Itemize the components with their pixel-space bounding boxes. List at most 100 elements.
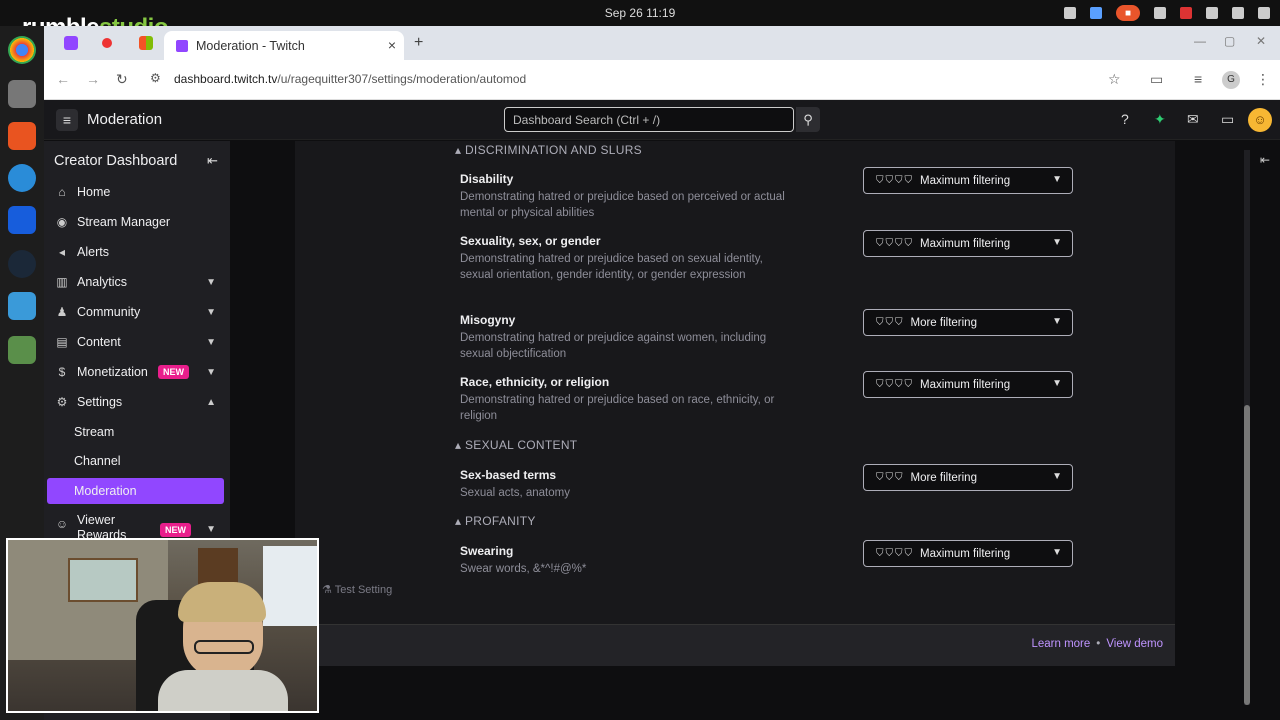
sidebar-item-analytics[interactable]: ▥ Analytics ▼: [44, 268, 230, 296]
content-icon: ▤: [56, 335, 68, 349]
chevron-down-icon: ▼: [206, 336, 216, 348]
close-tab-icon[interactable]: ×: [388, 37, 396, 53]
menu-kebab-icon[interactable]: ⋮: [1256, 71, 1270, 88]
pinned-tab-windows[interactable]: [139, 36, 153, 50]
rule-title: Race, ethnicity, or religion: [460, 375, 610, 389]
filter-level-select[interactable]: ⛉⛉⛉ More filtering ▼: [863, 464, 1073, 491]
chevron-down-icon: ▼: [206, 524, 216, 535]
wifi-icon[interactable]: [1206, 7, 1218, 19]
shield-icon: ⛉⛉⛉⛉: [876, 238, 914, 249]
battery-icon[interactable]: [1258, 7, 1270, 19]
rule-title: Disability: [460, 172, 514, 186]
shield-icon: ⛉⛉⛉⛉: [876, 379, 914, 390]
filter-level-select[interactable]: ⛉⛉⛉⛉ Maximum filtering ▼: [863, 371, 1073, 398]
rule-description: Demonstrating hatred or prejudice based …: [460, 394, 775, 422]
trash-icon[interactable]: [8, 336, 36, 364]
megaphone-icon: ◂: [58, 245, 66, 259]
bitwarden-icon[interactable]: [8, 206, 36, 234]
pinned-tab-twitch[interactable]: [64, 36, 78, 50]
learn-more-link[interactable]: Learn more: [1031, 638, 1090, 650]
rule-description: Swear words, &*^!#@%*: [460, 563, 587, 575]
help-circle-icon[interactable]: ?: [1121, 111, 1129, 127]
dashboard-search-input[interactable]: Dashboard Search (Ctrl + /): [504, 107, 794, 132]
app-store-icon[interactable]: [8, 122, 36, 150]
rule-description: Demonstrating hatred or prejudice agains…: [460, 332, 767, 360]
hamburger-menu-icon[interactable]: ≡: [56, 109, 78, 131]
sidebar-item-stream-manager[interactable]: ◉ Stream Manager: [44, 208, 230, 236]
filter-level-select[interactable]: ⛉⛉⛉ More filtering ▼: [863, 309, 1073, 336]
shield-icon: ⛉⛉⛉⛉: [876, 548, 914, 559]
automod-main: ▴ DISCRIMINATION AND SLURS Disability De…: [230, 141, 1246, 720]
filter-level-select[interactable]: ⛉⛉⛉⛉ Maximum filtering ▼: [863, 167, 1073, 194]
sidebar-item-viewer-rewards[interactable]: ☺ Viewer Rewards NEW ▼: [44, 513, 230, 539]
page-scrollbar-thumb[interactable]: [1244, 405, 1250, 705]
inbox-icon[interactable]: ✉: [1187, 111, 1199, 128]
close-window-icon[interactable]: ✕: [1256, 34, 1266, 48]
test-setting-link[interactable]: ⚗ Test Setting: [322, 583, 392, 596]
chrome-icon[interactable]: [8, 36, 36, 64]
accessibility-icon[interactable]: [1154, 7, 1166, 19]
back-icon[interactable]: ←: [56, 71, 70, 87]
community-icon: ♟: [56, 305, 68, 319]
minimize-icon[interactable]: —: [1194, 34, 1206, 48]
microphone-icon[interactable]: [1180, 7, 1192, 19]
chevron-down-icon: ▼: [206, 276, 216, 288]
collapse-sidebar-icon[interactable]: ⇤: [207, 153, 218, 169]
sidebar-item-monetization[interactable]: $ Monetization NEW ▼: [44, 358, 230, 386]
new-badge: NEW: [160, 523, 191, 537]
sidebar-item-home[interactable]: ⌂ Home: [44, 178, 230, 206]
section-header-sexual-content[interactable]: ▴ SEXUAL CONTENT: [455, 438, 577, 452]
rule-sex-based-terms: Sex-based terms Sexual acts, anatomy: [460, 468, 790, 501]
sidebar-subitem-moderation[interactable]: Moderation: [47, 478, 224, 504]
rule-title: Swearing: [460, 544, 514, 558]
stream-manager-icon: ◉: [56, 215, 68, 229]
section-header-profanity[interactable]: ▴ PROFANITY: [455, 514, 536, 528]
gear-icon: ⚙: [56, 395, 68, 409]
extensions-icon[interactable]: ≡: [1194, 71, 1202, 87]
reload-icon[interactable]: ↻: [116, 71, 128, 88]
twitch-favicon-icon: [176, 39, 188, 52]
new-tab-button[interactable]: +: [414, 34, 423, 52]
profile-avatar[interactable]: G: [1222, 71, 1240, 89]
cast-icon[interactable]: ▭: [1150, 71, 1163, 88]
rule-misogyny: Misogyny Demonstrating hatred or prejudi…: [460, 313, 790, 362]
remote-desktop-icon[interactable]: [8, 292, 36, 320]
footer-links: Learn more • View demo: [1031, 638, 1163, 650]
forward-icon[interactable]: →: [86, 71, 100, 87]
tab-moderation-twitch[interactable]: Moderation - Twitch ×: [164, 31, 404, 60]
maximize-icon[interactable]: ▢: [1224, 34, 1235, 48]
collapse-panel-icon[interactable]: ⇤: [1260, 153, 1270, 167]
sidebar-subitem-stream[interactable]: Stream: [44, 419, 230, 445]
filter-level-select[interactable]: ⛉⛉⛉⛉ Maximum filtering ▼: [863, 540, 1073, 567]
chevron-up-icon: ▲: [206, 396, 216, 408]
automod-settings-panel: ▴ DISCRIMINATION AND SLURS Disability De…: [295, 141, 1175, 624]
rule-description: Sexual acts, anatomy: [460, 487, 570, 499]
sparkle-icon[interactable]: ✦: [1154, 111, 1166, 128]
pinned-tab-record[interactable]: [102, 38, 112, 48]
dollar-icon: $: [58, 365, 66, 379]
view-demo-link[interactable]: View demo: [1106, 638, 1163, 650]
bookmark-star-icon[interactable]: ☆: [1108, 71, 1121, 88]
user-avatar[interactable]: ☺: [1248, 108, 1272, 132]
chevron-down-icon: ▼: [206, 306, 216, 318]
url-field[interactable]: dashboard.twitch.tv/u/ragequitter307/set…: [174, 72, 526, 86]
filter-level-select[interactable]: ⛉⛉⛉⛉ Maximum filtering ▼: [863, 230, 1073, 257]
help-icon[interactable]: [8, 164, 36, 192]
refresh-icon[interactable]: [1090, 7, 1102, 19]
sidebar-subitem-channel[interactable]: Channel: [44, 448, 230, 474]
screen-record-icon[interactable]: ■: [1116, 5, 1140, 21]
steam-icon[interactable]: [8, 250, 36, 278]
sidebar-item-settings[interactable]: ⚙ Settings ▲: [44, 388, 230, 416]
files-icon[interactable]: [8, 80, 36, 108]
sidebar-title: Creator Dashboard: [54, 153, 178, 169]
section-header-discrimination[interactable]: ▴ DISCRIMINATION AND SLURS: [455, 143, 642, 157]
sidebar-item-content[interactable]: ▤ Content ▼: [44, 328, 230, 356]
sidebar-item-alerts[interactable]: ◂ Alerts: [44, 238, 230, 266]
volume-icon[interactable]: [1232, 7, 1244, 19]
search-icon[interactable]: ⚲: [796, 107, 820, 132]
site-info-icon[interactable]: ⚙: [150, 71, 161, 85]
rule-title: Sex-based terms: [460, 468, 557, 482]
sync-icon[interactable]: [1064, 7, 1076, 19]
whispers-icon[interactable]: ▭: [1221, 111, 1234, 128]
sidebar-item-community[interactable]: ♟ Community ▼: [44, 298, 230, 326]
